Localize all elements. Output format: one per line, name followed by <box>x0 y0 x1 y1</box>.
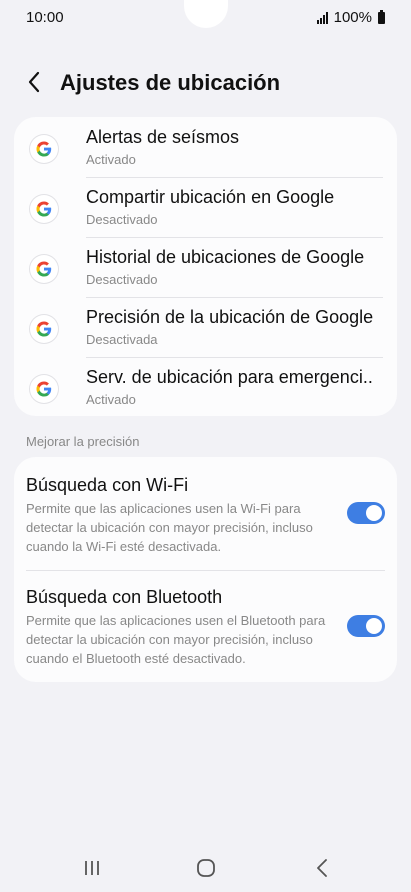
wifi-scanning-toggle[interactable] <box>347 502 385 524</box>
section-label-improve-accuracy: Mejorar la precisión <box>26 434 140 449</box>
home-button[interactable] <box>186 852 226 884</box>
list-item-status: Desactivada <box>86 332 158 347</box>
list-item-title: Historial de ubicaciones de Google <box>86 247 365 267</box>
battery-icon <box>378 9 385 24</box>
camera-notch <box>184 0 228 28</box>
list-item-emergency-location[interactable]: Serv. de ubicación para emergenci.. Acti… <box>14 357 397 417</box>
list-item-title: Precisión de la ubicación de Google <box>86 307 374 327</box>
list-item-share-location[interactable]: Compartir ubicación en Google Desactivad… <box>14 177 397 237</box>
google-g-icon <box>30 375 58 403</box>
recents-icon <box>85 861 99 875</box>
list-item-title: Compartir ubicación en Google <box>86 187 335 207</box>
app-header: Ajustes de ubicación <box>0 62 411 106</box>
system-navigation-bar <box>0 846 411 892</box>
signal-icon <box>316 11 328 24</box>
bluetooth-scanning-row[interactable]: Búsqueda con Bluetooth Permite que las a… <box>14 571 397 682</box>
google-g-icon <box>30 135 58 163</box>
list-item-status: Desactivado <box>86 212 158 227</box>
back-icon <box>317 859 327 877</box>
list-item-location-history[interactable]: Historial de ubicaciones de Google Desac… <box>14 237 397 297</box>
status-indicators: 100% <box>316 9 385 26</box>
wifi-scanning-description: Permite que las aplicaciones usen la Wi-… <box>26 501 313 554</box>
home-icon <box>197 859 215 877</box>
battery-percent: 100% <box>333 9 372 26</box>
list-item-title: Serv. de ubicación para emergenci.. <box>86 367 373 387</box>
google-services-list: Alertas de seísmos Activado Compartir ub… <box>14 117 397 416</box>
list-item-earthquake-alerts[interactable]: Alertas de seísmos Activado <box>14 117 397 177</box>
status-bar: 10:00 100% <box>0 0 411 34</box>
status-time: 10:00 <box>26 9 64 26</box>
google-g-icon <box>30 195 58 223</box>
recents-button[interactable] <box>72 852 112 884</box>
wifi-scanning-row[interactable]: Búsqueda con Wi-Fi Permite que las aplic… <box>14 457 397 570</box>
list-item-title: Alertas de seísmos <box>86 127 240 147</box>
google-g-icon <box>30 255 58 283</box>
list-item-status: Desactivado <box>86 272 158 287</box>
scanning-settings: Búsqueda con Wi-Fi Permite que las aplic… <box>14 457 397 682</box>
bluetooth-scanning-toggle[interactable] <box>347 615 385 637</box>
list-item-location-accuracy[interactable]: Precisión de la ubicación de Google Desa… <box>14 297 397 357</box>
bluetooth-scanning-title: Búsqueda con Bluetooth <box>26 587 223 607</box>
wifi-scanning-title: Búsqueda con Wi-Fi <box>26 475 189 495</box>
chevron-left-icon <box>28 71 40 93</box>
nav-back-button[interactable] <box>302 852 342 884</box>
list-item-status: Activado <box>86 392 136 407</box>
back-button[interactable] <box>20 68 48 96</box>
page-title: Ajustes de ubicación <box>60 70 281 95</box>
list-item-status: Activado <box>86 152 136 167</box>
google-g-icon <box>30 315 58 343</box>
bluetooth-scanning-description: Permite que las aplicaciones usen el Blu… <box>26 613 326 666</box>
